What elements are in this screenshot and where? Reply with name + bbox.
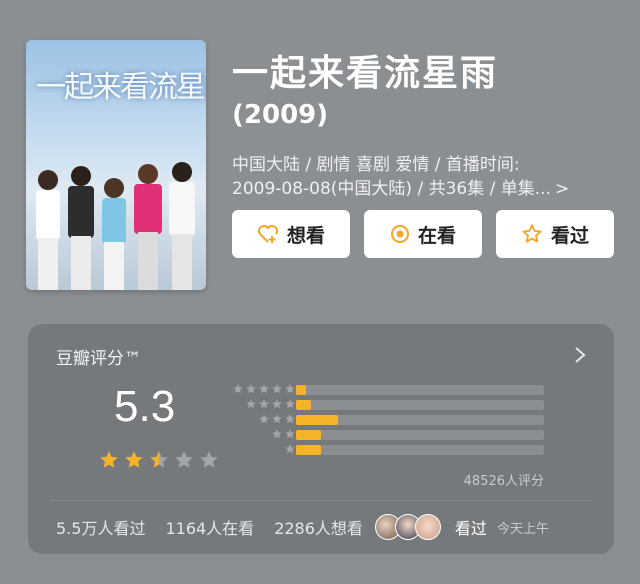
want-count[interactable]: 2286人想看 [274,515,363,539]
distribution-track [296,445,544,455]
distribution-row-4 [224,397,554,412]
row-stars [245,398,296,410]
star-icon [200,451,218,468]
small-star-icon [285,429,295,439]
score-stars [98,449,220,471]
row-stars [232,383,296,395]
friend-avatars[interactable] [374,514,441,540]
rating-header: 豆瓣评分™ [56,349,141,369]
watched-label: 看过 [550,224,589,247]
distribution-row-2 [224,427,554,442]
poster-image[interactable]: 一起来看流星雨 [26,40,206,290]
rating-count: 48526人评分 [463,474,544,489]
row-stars [271,428,296,440]
heart-plus-icon [257,225,278,243]
small-star-icon [272,399,282,409]
small-star-icon [246,399,256,409]
row-stars [284,443,296,455]
meta-info-line: 中国大陆 / 剧情 喜剧 爱情 / 首播时间: [232,155,520,175]
distribution-row-1 [224,442,554,457]
friends-watched-label: 看过 [454,519,487,538]
timestamp: 今天上午 [496,521,549,537]
small-star-icon [285,399,295,409]
watching-button[interactable]: 在看 [364,210,482,258]
distribution-bar [296,385,306,395]
rating-footer: 5.5万人看过 1164人在看 2286人想看 看过 今天上午 [56,514,549,540]
poster-cast-illustration [36,162,195,290]
distribution-bar [296,445,321,455]
small-star-icon [285,384,295,394]
rating-score: 5.3 [114,382,176,431]
distribution-track [296,430,544,440]
small-star-icon [285,444,295,454]
watching-label: 在看 [417,224,456,247]
distribution-bar [296,415,339,425]
release-year: (2009) [232,100,329,130]
chevron-right-icon[interactable]: > [555,179,569,199]
small-star-icon [259,414,269,424]
divider [50,500,592,501]
distribution-bar [296,400,311,410]
small-star-icon [272,429,282,439]
distribution-track [296,385,544,395]
distribution-row-3 [224,412,554,427]
small-star-icon [272,414,282,424]
rating-distribution [224,382,554,457]
row-stars [258,413,296,425]
watched-count[interactable]: 5.5万人看过 [56,515,145,539]
star-icon [100,451,118,468]
star-icon [150,451,168,468]
rating-card[interactable]: 豆瓣评分™ 5.3 48526人评分 5.5万人看过 1164人在看 2286人… [28,324,614,554]
chevron-right-icon[interactable] [574,346,586,364]
small-star-icon [233,384,243,394]
distribution-bar [296,430,321,440]
star-icon [125,451,143,468]
page-title: 一起来看流星雨 [232,53,499,94]
distribution-track [296,400,544,410]
small-star-icon [272,384,282,394]
distribution-track [296,415,544,425]
distribution-row-5 [224,382,554,397]
small-star-icon [259,384,269,394]
want-label: 想看 [286,224,325,247]
meta-info-line-2[interactable]: 2009-08-08(中国大陆) / 共36集 / 单集... > [232,174,569,199]
avatar [414,514,441,540]
star-icon [175,451,193,468]
small-star-icon [285,414,295,424]
want-to-watch-button[interactable]: 想看 [232,210,350,258]
watching-count[interactable]: 1164人在看 [165,515,254,539]
poster-title-art: 一起来看流星雨 [36,70,206,105]
watched-button[interactable]: 看过 [496,210,614,258]
small-star-icon [246,384,256,394]
meta-info-text: 2009-08-08(中国大陆) / 共36集 / 单集... [232,179,551,199]
small-star-icon [259,399,269,409]
action-bar: 想看 在看 看过 [232,210,614,258]
star-outline-icon [522,224,542,243]
target-icon [390,225,409,243]
